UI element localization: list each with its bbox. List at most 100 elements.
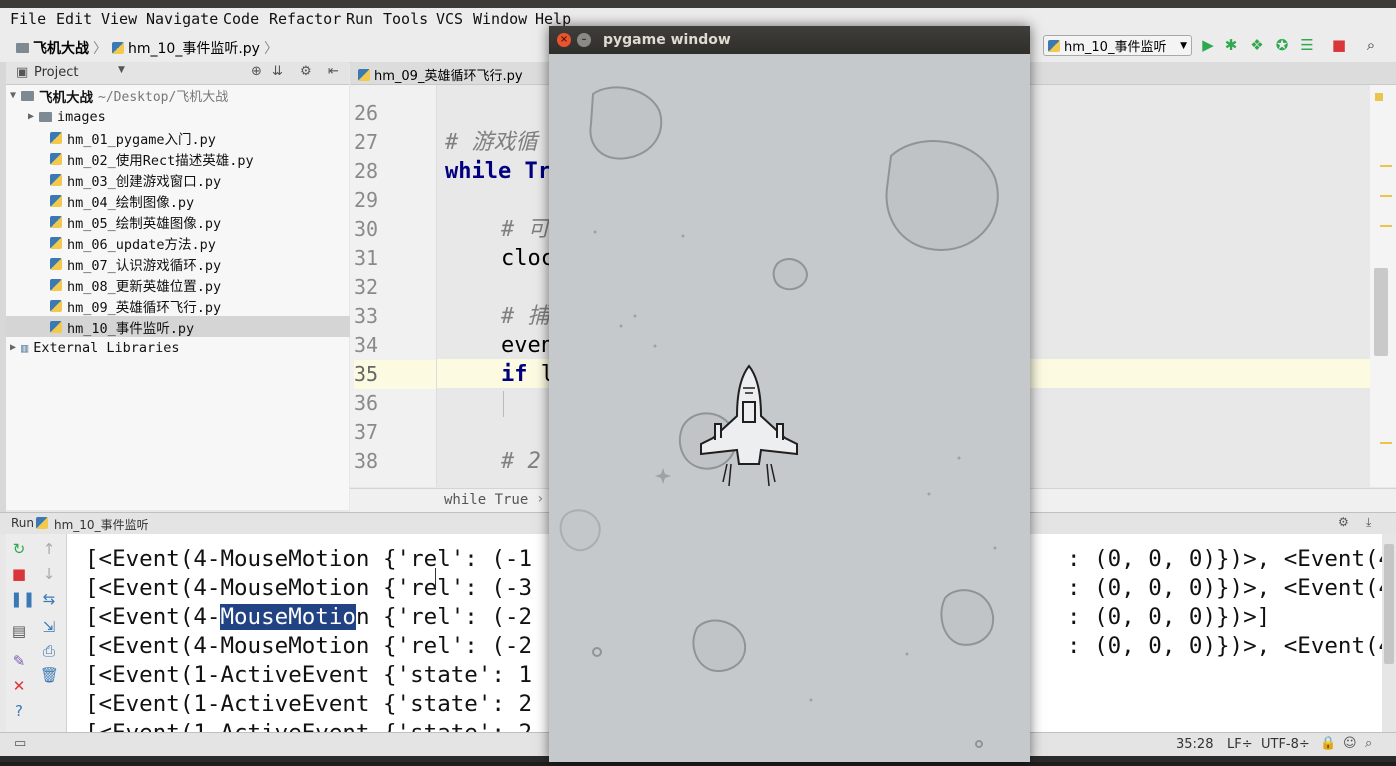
- stop-icon[interactable]: ■: [10, 565, 28, 583]
- locate-icon[interactable]: ⊕: [251, 64, 262, 79]
- warning-stripe[interactable]: [1380, 442, 1392, 444]
- caret-position[interactable]: 35:28: [1176, 737, 1213, 752]
- keyword-if: if: [501, 362, 528, 387]
- scroll-to-end-icon[interactable]: ⇲: [40, 618, 58, 636]
- arrow-down-icon[interactable]: ↓: [40, 565, 58, 583]
- tree-root[interactable]: ▼ 飞机大战 ~/Desktop/飞机大战: [6, 85, 349, 106]
- python-file-icon: [50, 152, 62, 165]
- code-breadcrumb[interactable]: while True: [444, 492, 528, 508]
- star-icon: [653, 344, 657, 348]
- tree-item-file[interactable]: hm_01_pygame入门.py: [6, 127, 393, 148]
- tree-item-file[interactable]: hm_09_英雄循环飞行.py: [6, 295, 393, 316]
- line-separator[interactable]: LF÷: [1227, 737, 1253, 752]
- chevron-down-icon[interactable]: ▼: [118, 65, 125, 75]
- console-selection[interactable]: MouseMotio: [220, 604, 356, 630]
- breadcrumb-file[interactable]: hm_10_事件监听.py 〉: [112, 38, 278, 58]
- console-scrollbar[interactable]: [1382, 534, 1396, 732]
- menu-tools[interactable]: Tools: [383, 10, 428, 28]
- chevron-down-icon: ▼: [1180, 40, 1187, 51]
- menu-code[interactable]: Code: [223, 10, 259, 28]
- arrow-up-icon[interactable]: ↑: [40, 540, 58, 558]
- expand-right-icon[interactable]: ▶: [28, 111, 34, 122]
- scroll-thumb[interactable]: [1374, 268, 1388, 356]
- code-line-30: # 可: [501, 217, 550, 242]
- help-icon[interactable]: ?: [10, 702, 28, 720]
- layout-icon[interactable]: ▤: [10, 622, 28, 640]
- tool-window-icon[interactable]: ▭: [14, 736, 26, 751]
- menu-view[interactable]: View: [101, 10, 137, 28]
- close-icon[interactable]: ×: [557, 33, 571, 47]
- expand-right-icon[interactable]: ▶: [10, 342, 16, 353]
- coverage-icon[interactable]: ❖: [1248, 36, 1266, 54]
- menu-refactor[interactable]: Refactor: [269, 10, 341, 28]
- star-icon: [593, 230, 597, 234]
- tree-item-file[interactable]: hm_05_绘制英雄图像.py: [6, 211, 393, 232]
- tree-item-file[interactable]: hm_06_update方法.py: [6, 232, 393, 253]
- minimize-icon[interactable]: –: [577, 33, 591, 47]
- project-panel-title[interactable]: Project: [34, 65, 78, 80]
- console-text: [<Event(4-MouseMotion {'rel': (-1: [85, 546, 533, 572]
- tree-item-label: hm_05_绘制英雄图像.py: [67, 215, 222, 232]
- menu-vcs[interactable]: VCS: [436, 10, 463, 28]
- menu-file[interactable]: File: [10, 10, 46, 28]
- search-everywhere-icon[interactable]: ⌕: [1362, 36, 1380, 54]
- tree-item-file[interactable]: hm_08_更新英雄位置.py: [6, 274, 393, 295]
- tree-item-file[interactable]: hm_04_绘制图像.py: [6, 190, 393, 211]
- star-icon: [905, 652, 909, 656]
- file-encoding[interactable]: UTF-8÷: [1261, 737, 1310, 752]
- inspector-icon[interactable]: ☺: [1343, 736, 1357, 751]
- debug-icon[interactable]: ✱: [1222, 36, 1240, 54]
- tree-item-images[interactable]: ▶ images: [6, 106, 371, 127]
- trash-icon[interactable]: 🗑: [40, 666, 59, 684]
- game-scene: [559, 86, 999, 748]
- tree-item-file[interactable]: hm_03_创建游戏窗口.py: [6, 169, 393, 190]
- menu-run[interactable]: Run: [346, 10, 373, 28]
- run-config-dropdown[interactable]: hm_10_事件监听 ▼: [1043, 35, 1192, 56]
- line-number: 26: [354, 101, 379, 125]
- breadcrumb-project[interactable]: 飞机大战 〉: [16, 38, 107, 58]
- pin-icon[interactable]: ✎: [10, 652, 28, 670]
- pygame-title-bar[interactable]: × – pygame window: [549, 26, 1030, 54]
- tree-item-file[interactable]: hm_07_认识游戏循环.py: [6, 253, 393, 274]
- run-icon[interactable]: ▶: [1199, 36, 1217, 54]
- asteroid-icon: [772, 258, 809, 291]
- star-icon: [633, 314, 637, 318]
- inspection-marker[interactable]: [1375, 93, 1383, 101]
- pause-icon[interactable]: ❚❚: [10, 590, 35, 608]
- editor-tab[interactable]: hm_09_英雄循环飞行.py: [358, 65, 523, 84]
- search-icon[interactable]: ⌕: [1365, 736, 1372, 751]
- close-icon[interactable]: ✕: [10, 677, 28, 695]
- editor-scrollbar[interactable]: [1370, 85, 1396, 487]
- pygame-window[interactable]: × – pygame window: [549, 26, 1030, 762]
- warning-stripe[interactable]: [1380, 165, 1392, 167]
- tree-item-external-libraries[interactable]: ▶ ▥ External Libraries: [6, 337, 349, 358]
- tree-item-file-selected[interactable]: hm_10_事件监听.py: [6, 316, 393, 337]
- hide-panel-icon[interactable]: ⇤: [328, 64, 339, 79]
- lock-icon[interactable]: 🔒: [1320, 736, 1336, 751]
- star-icon: [681, 234, 685, 238]
- menu-edit[interactable]: Edit: [56, 10, 92, 28]
- gear-icon[interactable]: ⚙: [1338, 515, 1349, 529]
- soft-wrap-icon[interactable]: ⇆: [40, 590, 58, 608]
- warning-stripe[interactable]: [1380, 225, 1392, 227]
- python-file-icon: [50, 236, 62, 249]
- profile-icon[interactable]: ✪: [1273, 36, 1291, 54]
- gear-icon[interactable]: ⚙: [300, 64, 312, 79]
- line-number: 38: [354, 449, 379, 473]
- console-line: [<Event(4-MouseMotion {'rel': (-1: [85, 545, 532, 574]
- menu-window[interactable]: Window: [473, 10, 527, 28]
- run-tab-config[interactable]: hm_10_事件监听: [54, 516, 149, 533]
- collapse-icon[interactable]: ⇊: [272, 64, 283, 79]
- tree-item-file[interactable]: hm_02_使用Rect描述英雄.py: [6, 148, 393, 169]
- editor-tab-label: hm_09_英雄循环飞行.py: [374, 69, 523, 84]
- print-icon[interactable]: ⎙: [40, 642, 58, 660]
- scroll-thumb[interactable]: [1384, 544, 1394, 664]
- concurrency-icon[interactable]: ☰: [1298, 36, 1316, 54]
- tree-item-label: hm_03_创建游戏窗口.py: [67, 173, 222, 190]
- stop-icon[interactable]: ■: [1330, 36, 1348, 54]
- menu-navigate[interactable]: Navigate: [146, 10, 218, 28]
- expand-down-icon[interactable]: ▼: [10, 90, 16, 101]
- warning-stripe[interactable]: [1380, 195, 1392, 197]
- hide-panel-icon[interactable]: ⤓: [1366, 515, 1371, 530]
- rerun-icon[interactable]: ↻: [10, 540, 28, 558]
